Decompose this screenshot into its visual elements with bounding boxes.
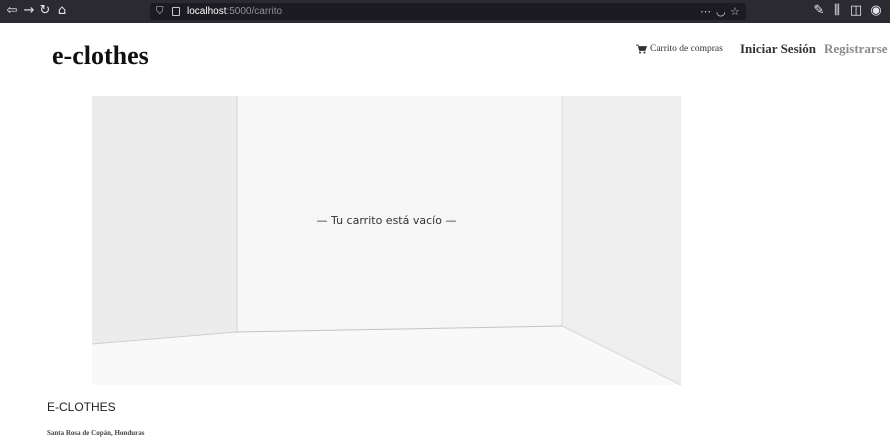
sidebar-icon[interactable]: ◫ bbox=[849, 2, 863, 20]
pocket-icon[interactable]: ◡ bbox=[716, 3, 726, 20]
back-icon[interactable]: ⇦ bbox=[4, 2, 20, 20]
tools-icon[interactable]: ✎ bbox=[812, 2, 826, 20]
forward-icon[interactable]: → bbox=[22, 2, 36, 20]
profile-icon[interactable]: ◉ bbox=[868, 2, 884, 20]
home-icon[interactable]: ⌂ bbox=[55, 2, 69, 20]
cart-link-label: Carrito de compras bbox=[650, 44, 723, 54]
empty-cart-message: — Tu carrito está vacío — bbox=[316, 214, 457, 227]
brand-logo[interactable]: e-clothes bbox=[52, 40, 149, 72]
page-icon[interactable] bbox=[172, 7, 180, 16]
login-link[interactable]: Iniciar Sesión bbox=[740, 40, 816, 58]
shield-icon[interactable]: ⛉ bbox=[156, 3, 164, 20]
url-host: localhost bbox=[187, 6, 227, 17]
empty-cart-hero: — Tu carrito está vacío — bbox=[92, 96, 681, 385]
browser-toolbar: ⇦ → ↻ ⌂ ⛉ localhost:5000/carrito ⋯ ◡ ☆ ✎… bbox=[0, 0, 890, 23]
cart-link[interactable]: Carrito de compras bbox=[636, 42, 723, 56]
footer-title: E-CLOTHES bbox=[47, 400, 116, 414]
star-icon[interactable]: ☆ bbox=[730, 3, 740, 20]
url-text[interactable]: localhost:5000/carrito bbox=[187, 3, 282, 20]
reload-icon[interactable]: ↻ bbox=[38, 2, 52, 20]
register-link[interactable]: Registrarse bbox=[824, 40, 888, 58]
url-path: :5000/carrito bbox=[226, 6, 283, 17]
url-bar[interactable]: ⛉ localhost:5000/carrito ⋯ ◡ ☆ bbox=[150, 3, 746, 20]
more-icon[interactable]: ⋯ bbox=[700, 3, 711, 20]
empty-room-image bbox=[92, 96, 681, 385]
library-icon[interactable]: ⫼ bbox=[830, 2, 844, 20]
cart-icon bbox=[636, 44, 647, 54]
footer-address: Santa Rosa de Copán, Honduras bbox=[47, 429, 145, 437]
